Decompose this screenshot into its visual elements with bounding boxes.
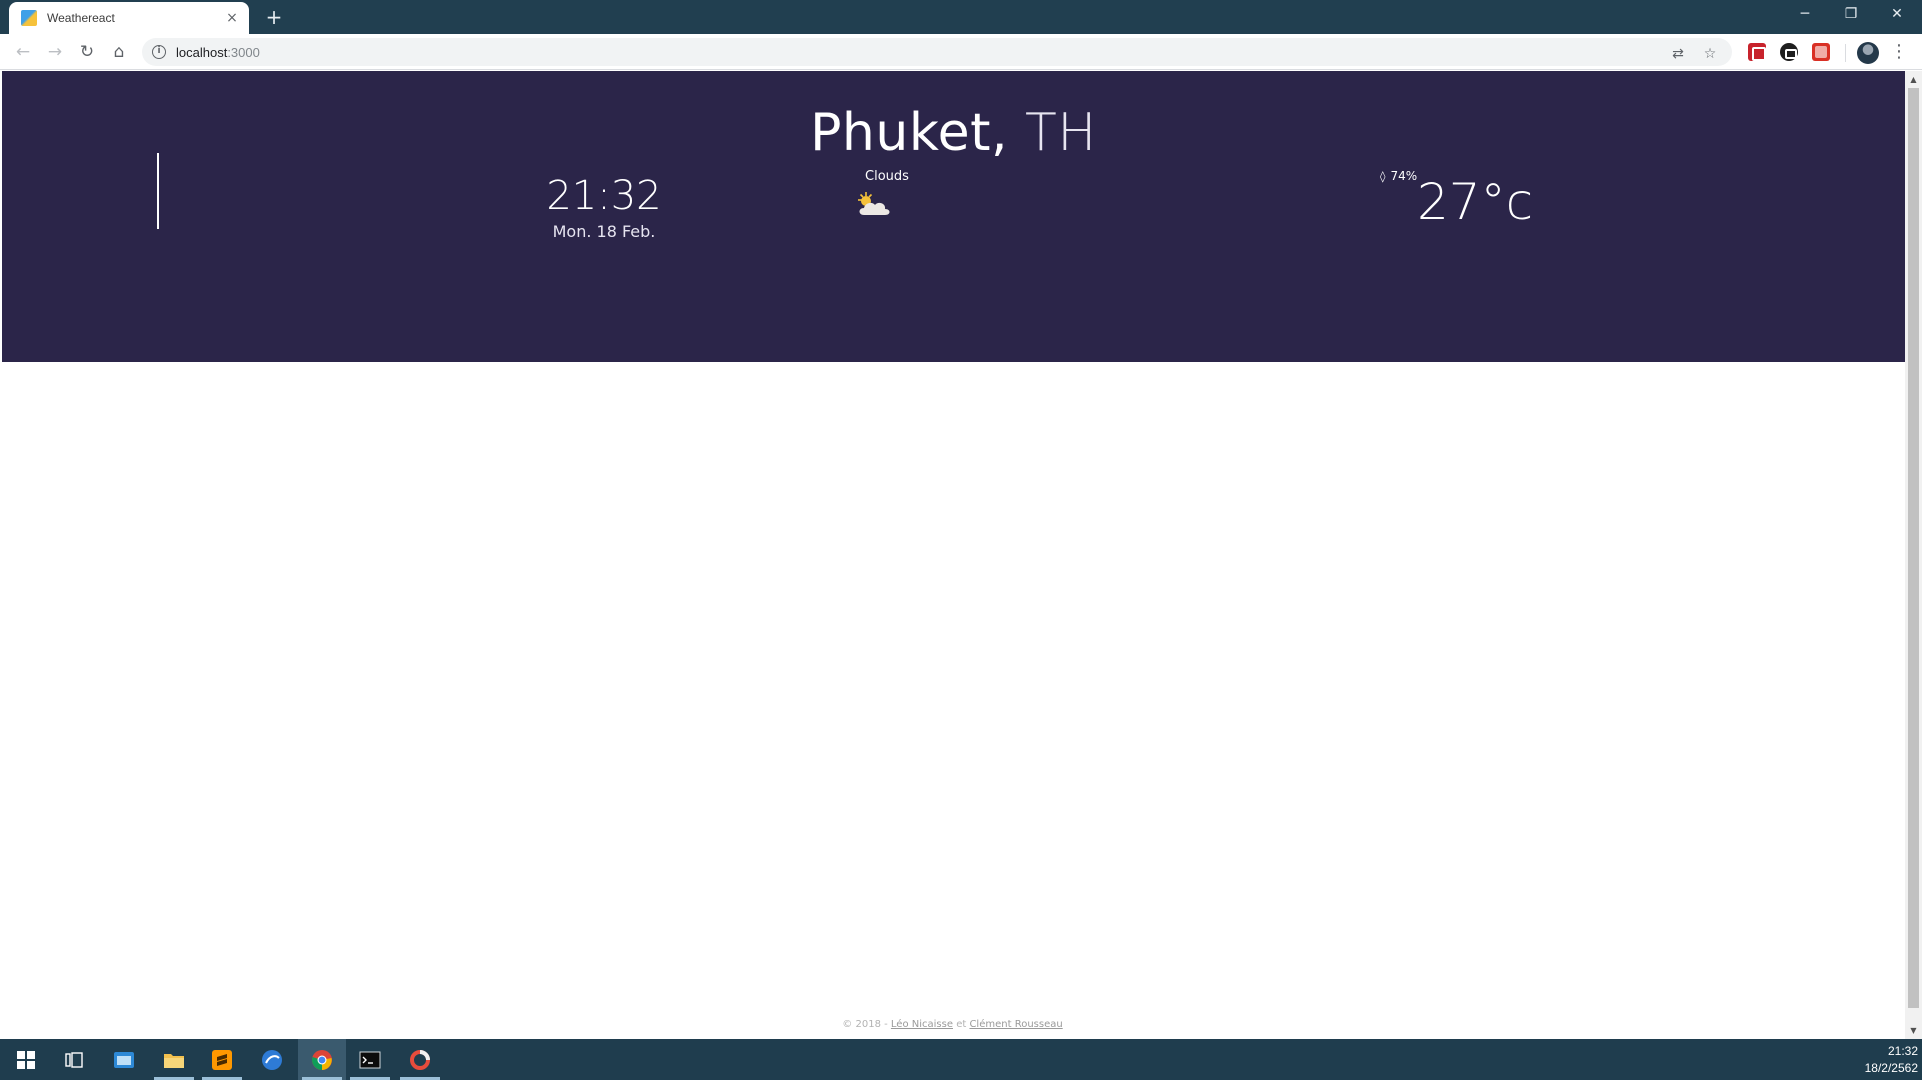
task-view-icon [65, 1051, 83, 1068]
restore-button[interactable]: ❐ [1828, 0, 1874, 30]
footer-prefix: © 2018 - [842, 1019, 888, 1030]
start-button[interactable] [2, 1039, 50, 1080]
temperature-value: 27°c [1417, 173, 1534, 231]
extension-3-icon[interactable] [1812, 43, 1830, 61]
profile-avatar[interactable] [1857, 42, 1879, 64]
vertical-scrollbar[interactable]: ▲ ▼ [1905, 71, 1922, 1039]
menu-dots-icon[interactable]: ⋮ [1889, 40, 1909, 64]
globe-app-icon [262, 1049, 282, 1070]
tab-close-icon[interactable]: × [223, 10, 241, 26]
city-name: Phuket [810, 103, 991, 163]
page-footer: © 2018 - Léo Nicaisse et Clément Roussea… [0, 1019, 1905, 1030]
tab-title: Weathereact [47, 11, 115, 25]
ring-app-icon [410, 1049, 430, 1070]
chrome-icon [312, 1049, 332, 1070]
scroll-down-arrow-icon[interactable]: ▼ [1905, 1022, 1922, 1039]
humidity-readout: ◊ 74% [1380, 169, 1417, 183]
taskbar-terminal[interactable] [346, 1039, 394, 1080]
extension-1-icon[interactable] [1748, 43, 1766, 61]
browser-toolbar: ← → ↻ ⌂ i localhost:3000 ⇄ ☆ ⋮ [0, 34, 1922, 70]
close-window-button[interactable]: ✕ [1874, 0, 1920, 30]
scroll-up-arrow-icon[interactable]: ▲ [1905, 71, 1922, 88]
browser-tab[interactable]: Weathereact × [9, 2, 249, 34]
task-view-button[interactable] [50, 1039, 98, 1080]
footer-conjunction: et [956, 1019, 967, 1030]
sublime-text-icon [212, 1049, 232, 1070]
weather-condition-label: Clouds [865, 169, 909, 184]
humidity-value: 74% [1390, 169, 1418, 183]
text-cursor-line [157, 153, 159, 229]
browser-tab-strip: Weathereact × + ─ ❐ ✕ [0, 0, 1922, 34]
reload-icon[interactable]: ↻ [74, 39, 100, 65]
folder-icon [164, 1053, 184, 1068]
clock-time: 21:32 [1887, 1044, 1918, 1058]
app-window-icon [114, 1051, 134, 1068]
country-code: TH [1025, 103, 1097, 163]
address-bar[interactable]: i localhost:3000 ⇄ ☆ [142, 38, 1732, 66]
sun-behind-cloud-icon [858, 192, 890, 215]
system-clock[interactable]: 21:32 18/2/2562 [1852, 1043, 1918, 1077]
clock-date: 18/2/2562 [1864, 1061, 1918, 1075]
taskbar-app-explorer-tool[interactable] [100, 1039, 148, 1080]
local-date: Mon. 18 Feb. [552, 222, 656, 241]
water-drop-icon: ◊ [1380, 169, 1386, 183]
site-info-icon[interactable]: i [152, 45, 166, 59]
local-time: 21:32 [546, 173, 662, 219]
home-icon[interactable]: ⌂ [106, 39, 132, 65]
back-arrow-icon[interactable]: ← [10, 39, 36, 65]
weather-hero-banner: Phuket, TH 21:32 Mon. 18 Feb. Clouds ◊ 7… [2, 71, 1905, 362]
forward-arrow-icon[interactable]: → [42, 39, 68, 65]
windows-taskbar: 21:32 18/2/2562 [0, 1039, 1922, 1080]
toolbar-divider [1845, 44, 1846, 62]
url-port: :3000 [227, 44, 260, 60]
page-viewport: Phuket, TH 21:32 Mon. 18 Feb. Clouds ◊ 7… [0, 71, 1922, 1039]
taskbar-file-explorer[interactable] [150, 1039, 198, 1080]
extension-2-icon[interactable] [1780, 43, 1798, 61]
new-tab-button[interactable]: + [262, 5, 286, 29]
taskbar-app-blue[interactable] [248, 1039, 296, 1080]
url-host: localhost [176, 44, 228, 60]
translate-icon[interactable]: ⇄ [1667, 43, 1689, 65]
desktop-screen: Weathereact × + ─ ❐ ✕ ← → ↻ ⌂ i localhos… [0, 0, 1922, 1080]
bookmark-star-icon[interactable]: ☆ [1699, 43, 1721, 65]
windows-logo-icon [17, 1050, 35, 1069]
taskbar-sublime-text[interactable] [198, 1039, 246, 1080]
taskbar-chrome[interactable] [298, 1039, 346, 1080]
taskbar-app-ring[interactable] [396, 1039, 444, 1080]
weather-favicon-icon [21, 10, 37, 26]
scroll-thumb[interactable] [1908, 88, 1919, 1008]
terminal-icon [359, 1051, 381, 1068]
city-heading: Phuket, TH [2, 103, 1905, 163]
city-separator: , [990, 103, 1009, 163]
minimize-button[interactable]: ─ [1782, 0, 1828, 30]
author-link-1[interactable]: Léo Nicaisse [891, 1019, 953, 1030]
author-link-2[interactable]: Clément Rousseau [969, 1019, 1062, 1030]
